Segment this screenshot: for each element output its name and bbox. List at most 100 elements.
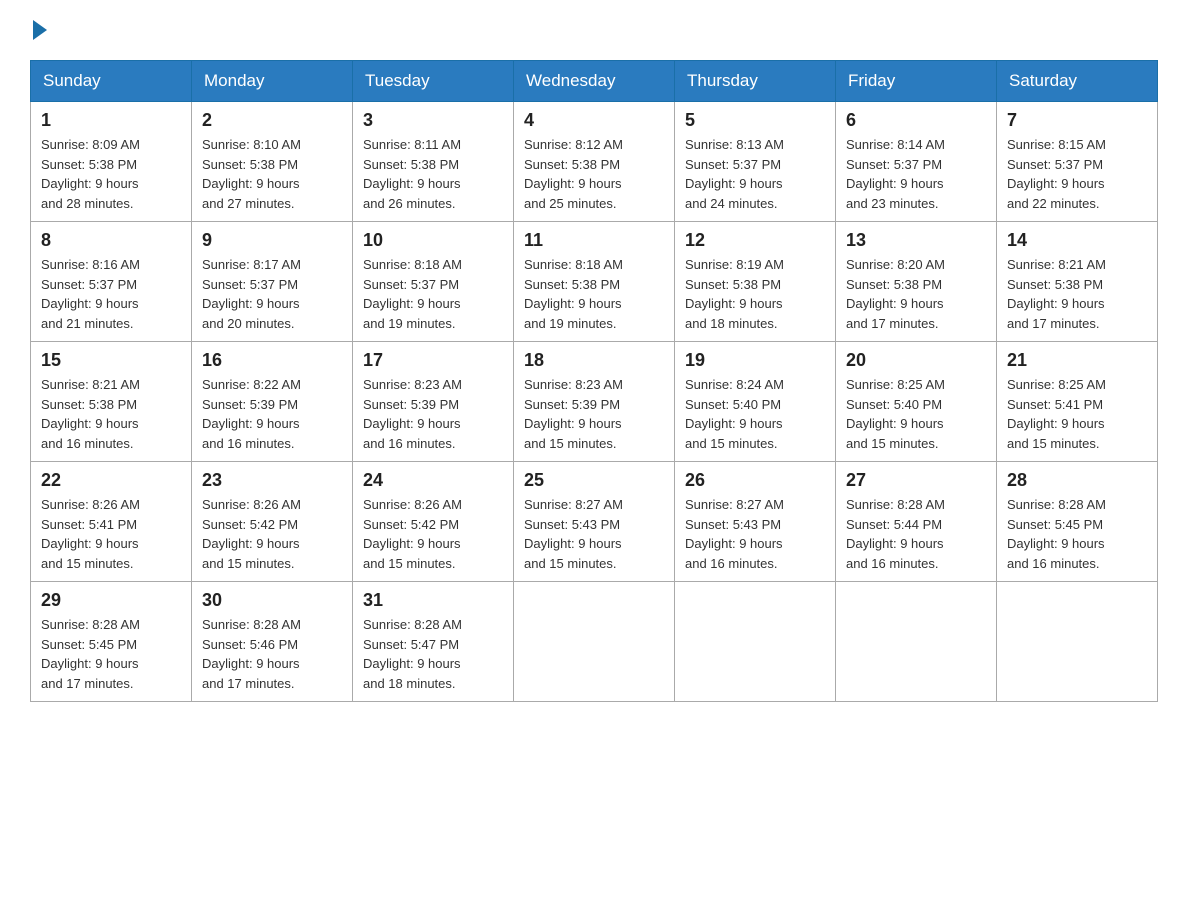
calendar-week-2: 8 Sunrise: 8:16 AMSunset: 5:37 PMDayligh… xyxy=(31,222,1158,342)
weekday-header-friday: Friday xyxy=(836,61,997,102)
day-number: 23 xyxy=(202,470,342,491)
day-number: 13 xyxy=(846,230,986,251)
day-info: Sunrise: 8:18 AMSunset: 5:38 PMDaylight:… xyxy=(524,257,623,331)
weekday-header-wednesday: Wednesday xyxy=(514,61,675,102)
calendar-cell xyxy=(514,582,675,702)
day-number: 5 xyxy=(685,110,825,131)
day-info: Sunrise: 8:10 AMSunset: 5:38 PMDaylight:… xyxy=(202,137,301,211)
calendar-cell: 22 Sunrise: 8:26 AMSunset: 5:41 PMDaylig… xyxy=(31,462,192,582)
calendar-cell: 31 Sunrise: 8:28 AMSunset: 5:47 PMDaylig… xyxy=(353,582,514,702)
day-info: Sunrise: 8:28 AMSunset: 5:44 PMDaylight:… xyxy=(846,497,945,571)
calendar-cell: 18 Sunrise: 8:23 AMSunset: 5:39 PMDaylig… xyxy=(514,342,675,462)
day-info: Sunrise: 8:13 AMSunset: 5:37 PMDaylight:… xyxy=(685,137,784,211)
calendar-cell: 25 Sunrise: 8:27 AMSunset: 5:43 PMDaylig… xyxy=(514,462,675,582)
calendar-cell: 27 Sunrise: 8:28 AMSunset: 5:44 PMDaylig… xyxy=(836,462,997,582)
calendar-cell: 3 Sunrise: 8:11 AMSunset: 5:38 PMDayligh… xyxy=(353,102,514,222)
calendar-cell: 8 Sunrise: 8:16 AMSunset: 5:37 PMDayligh… xyxy=(31,222,192,342)
day-info: Sunrise: 8:23 AMSunset: 5:39 PMDaylight:… xyxy=(363,377,462,451)
calendar-cell: 13 Sunrise: 8:20 AMSunset: 5:38 PMDaylig… xyxy=(836,222,997,342)
calendar-cell: 2 Sunrise: 8:10 AMSunset: 5:38 PMDayligh… xyxy=(192,102,353,222)
calendar-cell: 24 Sunrise: 8:26 AMSunset: 5:42 PMDaylig… xyxy=(353,462,514,582)
day-number: 9 xyxy=(202,230,342,251)
calendar-cell: 19 Sunrise: 8:24 AMSunset: 5:40 PMDaylig… xyxy=(675,342,836,462)
day-number: 28 xyxy=(1007,470,1147,491)
day-number: 3 xyxy=(363,110,503,131)
calendar-week-4: 22 Sunrise: 8:26 AMSunset: 5:41 PMDaylig… xyxy=(31,462,1158,582)
calendar-cell: 1 Sunrise: 8:09 AMSunset: 5:38 PMDayligh… xyxy=(31,102,192,222)
day-number: 19 xyxy=(685,350,825,371)
page-header xyxy=(30,20,1158,40)
day-info: Sunrise: 8:19 AMSunset: 5:38 PMDaylight:… xyxy=(685,257,784,331)
calendar-cell xyxy=(997,582,1158,702)
day-info: Sunrise: 8:23 AMSunset: 5:39 PMDaylight:… xyxy=(524,377,623,451)
calendar-cell: 12 Sunrise: 8:19 AMSunset: 5:38 PMDaylig… xyxy=(675,222,836,342)
day-info: Sunrise: 8:11 AMSunset: 5:38 PMDaylight:… xyxy=(363,137,461,211)
day-number: 6 xyxy=(846,110,986,131)
calendar-cell: 21 Sunrise: 8:25 AMSunset: 5:41 PMDaylig… xyxy=(997,342,1158,462)
day-info: Sunrise: 8:28 AMSunset: 5:46 PMDaylight:… xyxy=(202,617,301,691)
weekday-header-sunday: Sunday xyxy=(31,61,192,102)
calendar-cell: 23 Sunrise: 8:26 AMSunset: 5:42 PMDaylig… xyxy=(192,462,353,582)
weekday-header-thursday: Thursday xyxy=(675,61,836,102)
day-info: Sunrise: 8:26 AMSunset: 5:42 PMDaylight:… xyxy=(202,497,301,571)
day-number: 25 xyxy=(524,470,664,491)
day-info: Sunrise: 8:28 AMSunset: 5:45 PMDaylight:… xyxy=(1007,497,1106,571)
day-number: 8 xyxy=(41,230,181,251)
calendar-cell: 28 Sunrise: 8:28 AMSunset: 5:45 PMDaylig… xyxy=(997,462,1158,582)
day-number: 27 xyxy=(846,470,986,491)
weekday-header-monday: Monday xyxy=(192,61,353,102)
day-number: 18 xyxy=(524,350,664,371)
day-number: 17 xyxy=(363,350,503,371)
weekday-header-tuesday: Tuesday xyxy=(353,61,514,102)
calendar-cell: 14 Sunrise: 8:21 AMSunset: 5:38 PMDaylig… xyxy=(997,222,1158,342)
calendar-cell xyxy=(836,582,997,702)
day-info: Sunrise: 8:24 AMSunset: 5:40 PMDaylight:… xyxy=(685,377,784,451)
day-info: Sunrise: 8:22 AMSunset: 5:39 PMDaylight:… xyxy=(202,377,301,451)
day-info: Sunrise: 8:28 AMSunset: 5:47 PMDaylight:… xyxy=(363,617,462,691)
day-info: Sunrise: 8:20 AMSunset: 5:38 PMDaylight:… xyxy=(846,257,945,331)
day-number: 30 xyxy=(202,590,342,611)
day-info: Sunrise: 8:21 AMSunset: 5:38 PMDaylight:… xyxy=(1007,257,1106,331)
day-number: 1 xyxy=(41,110,181,131)
calendar-cell: 11 Sunrise: 8:18 AMSunset: 5:38 PMDaylig… xyxy=(514,222,675,342)
day-info: Sunrise: 8:17 AMSunset: 5:37 PMDaylight:… xyxy=(202,257,301,331)
day-info: Sunrise: 8:18 AMSunset: 5:37 PMDaylight:… xyxy=(363,257,462,331)
day-number: 15 xyxy=(41,350,181,371)
day-number: 24 xyxy=(363,470,503,491)
day-info: Sunrise: 8:27 AMSunset: 5:43 PMDaylight:… xyxy=(685,497,784,571)
calendar-cell: 15 Sunrise: 8:21 AMSunset: 5:38 PMDaylig… xyxy=(31,342,192,462)
calendar-cell: 4 Sunrise: 8:12 AMSunset: 5:38 PMDayligh… xyxy=(514,102,675,222)
day-number: 31 xyxy=(363,590,503,611)
calendar-cell: 26 Sunrise: 8:27 AMSunset: 5:43 PMDaylig… xyxy=(675,462,836,582)
calendar-cell: 5 Sunrise: 8:13 AMSunset: 5:37 PMDayligh… xyxy=(675,102,836,222)
day-info: Sunrise: 8:27 AMSunset: 5:43 PMDaylight:… xyxy=(524,497,623,571)
calendar-cell: 17 Sunrise: 8:23 AMSunset: 5:39 PMDaylig… xyxy=(353,342,514,462)
day-info: Sunrise: 8:12 AMSunset: 5:38 PMDaylight:… xyxy=(524,137,623,211)
day-number: 7 xyxy=(1007,110,1147,131)
day-info: Sunrise: 8:09 AMSunset: 5:38 PMDaylight:… xyxy=(41,137,140,211)
day-number: 10 xyxy=(363,230,503,251)
day-number: 29 xyxy=(41,590,181,611)
day-number: 20 xyxy=(846,350,986,371)
calendar-cell: 10 Sunrise: 8:18 AMSunset: 5:37 PMDaylig… xyxy=(353,222,514,342)
calendar-cell: 20 Sunrise: 8:25 AMSunset: 5:40 PMDaylig… xyxy=(836,342,997,462)
day-info: Sunrise: 8:14 AMSunset: 5:37 PMDaylight:… xyxy=(846,137,945,211)
calendar-week-1: 1 Sunrise: 8:09 AMSunset: 5:38 PMDayligh… xyxy=(31,102,1158,222)
day-number: 22 xyxy=(41,470,181,491)
calendar-cell: 29 Sunrise: 8:28 AMSunset: 5:45 PMDaylig… xyxy=(31,582,192,702)
logo-arrow-icon xyxy=(33,20,47,40)
weekday-header-saturday: Saturday xyxy=(997,61,1158,102)
day-info: Sunrise: 8:25 AMSunset: 5:40 PMDaylight:… xyxy=(846,377,945,451)
day-number: 12 xyxy=(685,230,825,251)
day-info: Sunrise: 8:25 AMSunset: 5:41 PMDaylight:… xyxy=(1007,377,1106,451)
calendar-cell: 6 Sunrise: 8:14 AMSunset: 5:37 PMDayligh… xyxy=(836,102,997,222)
calendar-cell xyxy=(675,582,836,702)
calendar-cell: 30 Sunrise: 8:28 AMSunset: 5:46 PMDaylig… xyxy=(192,582,353,702)
day-number: 11 xyxy=(524,230,664,251)
logo xyxy=(30,20,50,40)
calendar-table: SundayMondayTuesdayWednesdayThursdayFrid… xyxy=(30,60,1158,702)
day-number: 16 xyxy=(202,350,342,371)
day-info: Sunrise: 8:26 AMSunset: 5:41 PMDaylight:… xyxy=(41,497,140,571)
day-info: Sunrise: 8:28 AMSunset: 5:45 PMDaylight:… xyxy=(41,617,140,691)
calendar-cell: 9 Sunrise: 8:17 AMSunset: 5:37 PMDayligh… xyxy=(192,222,353,342)
